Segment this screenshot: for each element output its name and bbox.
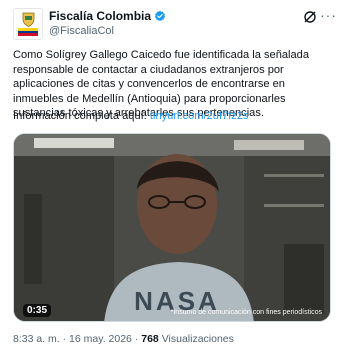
info-line: Información completa aquí: tinyurl.com/2… xyxy=(13,109,338,124)
views-label: Visualizaciones xyxy=(161,333,234,345)
author-handle[interactable]: @FiscaliaCol xyxy=(49,25,114,37)
tweet-meta: 8:33 a. m. · 16 may. 2026 · 768 Visualiz… xyxy=(13,333,234,345)
video-player[interactable]: NASA 0:35 *Insumo de comunicación con fi… xyxy=(13,133,331,322)
video-frame: NASA xyxy=(14,134,330,321)
meta-separator: · xyxy=(134,333,139,345)
info-label: Información completa aquí: xyxy=(13,110,147,122)
colombia-flag-icon xyxy=(18,28,38,36)
avatar[interactable] xyxy=(13,8,43,40)
author-display-name[interactable]: Fiscalía Colombia xyxy=(49,9,151,23)
tweet-date[interactable]: 16 may. 2026 xyxy=(69,333,132,345)
video-caption: *Insumo de comunicación con fines period… xyxy=(170,309,322,316)
views-count: 768 xyxy=(141,333,159,345)
shield-logo-icon xyxy=(22,12,35,27)
tweet-link[interactable]: tinyurl.com/2uf7fz2s xyxy=(150,110,249,122)
meta-separator: · xyxy=(62,333,67,345)
verified-badge-icon xyxy=(154,10,166,22)
grok-icon[interactable] xyxy=(303,10,317,24)
tweet-header: Fiscalía Colombia @FiscaliaCol ··· xyxy=(13,7,337,40)
video-duration-badge: 0:35 xyxy=(23,304,52,317)
more-options-icon[interactable]: ··· xyxy=(320,7,337,23)
tweet-time[interactable]: 8:33 a. m. xyxy=(13,333,60,345)
